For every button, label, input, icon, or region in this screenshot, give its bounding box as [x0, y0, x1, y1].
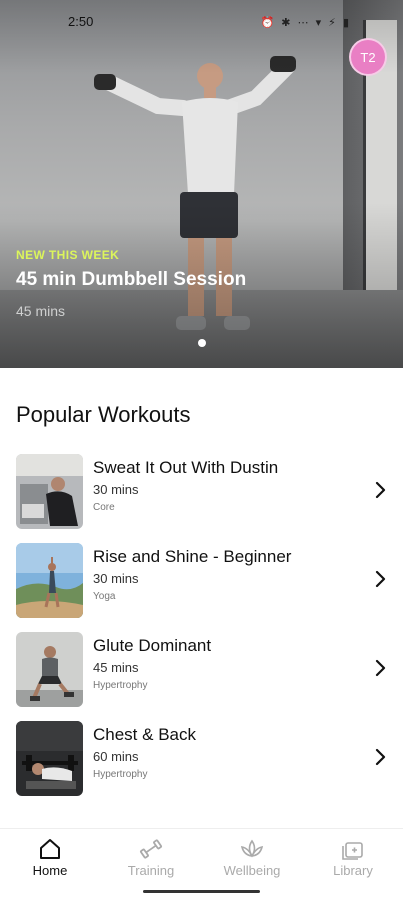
workout-name: Sweat It Out With Dustin — [93, 458, 279, 477]
avatar-initials: T2 — [360, 49, 376, 65]
nav-item-label: Wellbeing — [223, 863, 281, 878]
nav-item-label: Training — [127, 863, 175, 878]
hero-banner[interactable]: 2:50 ⏰ ✱ ⋯ ▾ ⚡ ▮ T2 NEW THIS WEEK 45 min… — [0, 0, 403, 368]
workout-category: Hypertrophy — [93, 680, 148, 691]
status-time: 2:50 — [68, 14, 94, 29]
gesture-home-indicator — [143, 890, 260, 893]
chevron-right-icon[interactable] — [373, 569, 389, 589]
workout-thumbnail-gym — [16, 454, 83, 529]
library-icon — [342, 842, 363, 860]
workout-list-item[interactable]: Glute Dominant 45 mins Hypertrophy — [0, 630, 403, 719]
chevron-right-icon[interactable] — [373, 747, 389, 767]
home-icon — [40, 839, 60, 859]
workout-category: Yoga — [93, 591, 116, 602]
chevron-right-icon[interactable] — [373, 658, 389, 678]
workout-duration: 45 mins — [93, 660, 139, 675]
profile-avatar-button[interactable]: T2 — [349, 38, 387, 76]
status-icons: ⏰ ✱ ⋯ ▾ ⚡ ▮ — [260, 17, 351, 29]
nav-item-library[interactable]: Library — [303, 837, 403, 878]
nav-item-wellbeing[interactable]: Wellbeing — [202, 837, 302, 878]
workout-duration: 30 mins — [93, 571, 139, 586]
hero-duration: 45 mins — [16, 303, 66, 319]
nav-item-training[interactable]: Training — [101, 837, 201, 878]
workout-name: Glute Dominant — [93, 636, 212, 655]
nav-item-label: Home — [32, 863, 68, 878]
workout-thumbnail-chest — [16, 721, 83, 796]
workout-list-item[interactable]: Chest & Back 60 mins Hypertrophy — [0, 719, 403, 808]
carousel-dot-active[interactable] — [197, 339, 206, 347]
workout-list: Sweat It Out With Dustin 30 mins Core Ri… — [0, 452, 403, 808]
nav-item-label: Library — [333, 863, 373, 878]
workout-duration: 30 mins — [93, 482, 139, 497]
workout-list-item[interactable]: Rise and Shine - Beginner 30 mins Yoga — [0, 541, 403, 630]
workout-name: Rise and Shine - Beginner — [93, 547, 292, 566]
carousel-indicator — [0, 339, 403, 347]
workout-category: Core — [93, 502, 115, 513]
workout-name: Chest & Back — [93, 725, 196, 744]
section-title-popular-workouts: Popular Workouts — [16, 402, 191, 427]
workout-thumbnail-glute — [16, 632, 83, 707]
workout-list-item[interactable]: Sweat It Out With Dustin 30 mins Core — [0, 452, 403, 541]
workout-duration: 60 mins — [93, 749, 139, 764]
workout-thumbnail-yoga — [16, 543, 83, 618]
chevron-right-icon[interactable] — [373, 480, 389, 500]
nav-item-home[interactable]: Home — [0, 837, 100, 878]
status-bar: 2:50 ⏰ ✱ ⋯ ▾ ⚡ ▮ — [0, 14, 403, 34]
dumbbell-icon — [140, 839, 162, 859]
workout-category: Hypertrophy — [93, 769, 148, 780]
lotus-icon — [240, 839, 264, 858]
hero-tag: NEW THIS WEEK — [16, 248, 120, 262]
hero-title: 45 min Dumbbell Session — [16, 269, 247, 290]
